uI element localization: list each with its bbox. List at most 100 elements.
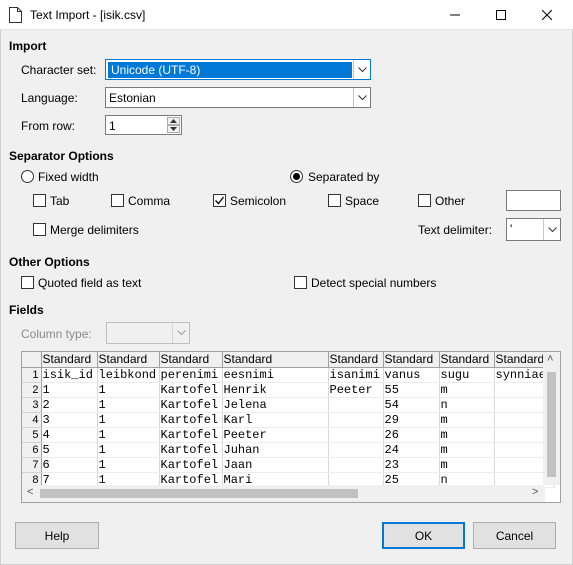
detect-special-numbers-checkbox[interactable] xyxy=(294,276,307,289)
comma-checkbox[interactable] xyxy=(111,194,124,207)
column-header[interactable]: Standard xyxy=(159,352,223,368)
column-header[interactable]: Standard xyxy=(439,352,495,368)
table-cell: 54 xyxy=(383,397,440,413)
language-value: Estonian xyxy=(109,91,156,105)
table-cell: Karl xyxy=(222,412,329,428)
tab-label: Tab xyxy=(50,194,70,208)
column-header[interactable]: Standard xyxy=(383,352,440,368)
table-cell: leibkond xyxy=(97,367,160,383)
grid-corner xyxy=(22,352,42,368)
table-cell: Peeter xyxy=(328,382,384,398)
space-label: Space xyxy=(345,194,380,208)
vertical-scroll-thumb[interactable] xyxy=(547,372,556,477)
other-checkbox[interactable] xyxy=(418,194,431,207)
fixed-width-label: Fixed width xyxy=(38,170,99,184)
semicolon-checkbox[interactable] xyxy=(213,194,226,207)
quoted-field-checkbox[interactable] xyxy=(21,276,34,289)
cancel-button-label: Cancel xyxy=(495,528,534,543)
table-cell: Juhan xyxy=(222,442,329,458)
other-label: Other xyxy=(435,194,466,208)
comma-label: Comma xyxy=(128,194,171,208)
table-cell: perenimi xyxy=(159,367,223,383)
other-options-heading: Other Options xyxy=(9,255,90,269)
language-select[interactable]: Estonian xyxy=(105,87,371,108)
column-header[interactable]: Standard xyxy=(41,352,98,368)
ok-button[interactable]: OK xyxy=(382,522,465,549)
charset-value: Unicode (UTF-8) xyxy=(108,62,352,78)
separated-by-label: Separated by xyxy=(308,170,380,184)
space-checkbox[interactable] xyxy=(328,194,341,207)
text-delimiter-select[interactable]: ' xyxy=(506,218,561,241)
horizontal-scrollbar[interactable]: < > xyxy=(22,485,545,502)
table-cell: isanimi xyxy=(328,367,384,383)
table-cell: m xyxy=(439,457,495,473)
chevron-down-icon xyxy=(353,60,370,79)
scroll-right-icon[interactable]: > xyxy=(532,486,538,498)
table-row: 7 6 1 Kartofel Jaan 23 m xyxy=(22,457,555,473)
row-number: 4 xyxy=(22,412,42,428)
title-bar: Text Import - [isik.csv] xyxy=(0,0,573,30)
table-row: 4 3 1 Kartofel Karl 29 m xyxy=(22,412,555,428)
close-icon xyxy=(542,10,552,20)
other-input[interactable] xyxy=(506,190,561,211)
caret-down-icon xyxy=(170,127,177,131)
preview-grid[interactable]: Standard Standard Standard Standard Stan… xyxy=(21,351,561,503)
from-row-label: From row: xyxy=(21,119,75,133)
charset-select[interactable]: Unicode (UTF-8) xyxy=(105,59,371,80)
decrement-button[interactable] xyxy=(167,125,180,133)
row-number: 7 xyxy=(22,457,42,473)
row-number: 6 xyxy=(22,442,42,458)
table-cell: Kartofel xyxy=(159,412,223,428)
increment-button[interactable] xyxy=(167,117,180,125)
maximize-button[interactable] xyxy=(478,0,524,30)
scroll-left-icon[interactable]: < xyxy=(27,486,33,498)
table-cell: m xyxy=(439,412,495,428)
column-header-row: Standard Standard Standard Standard Stan… xyxy=(22,352,555,368)
column-type-select[interactable] xyxy=(106,322,190,344)
merge-delimiters-label: Merge delimiters xyxy=(50,223,139,237)
scroll-up-icon[interactable]: ˄ xyxy=(547,353,553,365)
chevron-down-icon xyxy=(172,323,189,343)
tab-checkbox[interactable] xyxy=(33,194,46,207)
table-cell: 23 xyxy=(383,457,440,473)
preview-table: Standard Standard Standard Standard Stan… xyxy=(22,352,555,488)
table-cell: m xyxy=(439,427,495,443)
column-header[interactable]: Standard xyxy=(328,352,384,368)
table-cell: 2 xyxy=(41,397,98,413)
table-cell: Kartofel xyxy=(159,397,223,413)
language-label: Language: xyxy=(21,91,78,105)
table-cell: isik_id xyxy=(41,367,98,383)
column-header[interactable]: Standard xyxy=(97,352,160,368)
text-delimiter-label: Text delimiter: xyxy=(418,223,493,237)
table-cell: n xyxy=(439,397,495,413)
table-row: 1 isik_id leibkond perenimi eesnimi isan… xyxy=(22,367,555,383)
horizontal-scroll-thumb[interactable] xyxy=(40,489,358,498)
import-heading: Import xyxy=(9,39,47,53)
table-cell: sugu xyxy=(439,367,495,383)
table-cell: 1 xyxy=(97,397,160,413)
document-icon xyxy=(9,7,22,23)
fields-heading: Fields xyxy=(9,303,44,317)
from-row-stepper[interactable]: 1 xyxy=(105,115,182,135)
close-button[interactable] xyxy=(524,0,570,30)
table-cell xyxy=(328,412,384,428)
column-header[interactable]: Standard xyxy=(222,352,329,368)
cancel-button[interactable]: Cancel xyxy=(473,522,556,549)
help-button[interactable]: Help xyxy=(15,522,99,549)
table-cell xyxy=(328,457,384,473)
help-button-label: Help xyxy=(44,528,70,543)
separator-heading: Separator Options xyxy=(9,149,114,163)
merge-delimiters-checkbox[interactable] xyxy=(33,223,46,236)
table-cell: eesnimi xyxy=(222,367,329,383)
table-row: 3 2 1 Kartofel Jelena 54 n xyxy=(22,397,555,413)
table-cell: 55 xyxy=(383,382,440,398)
minimize-button[interactable] xyxy=(432,0,478,30)
table-cell xyxy=(328,442,384,458)
table-cell: vanus xyxy=(383,367,440,383)
separated-by-radio[interactable] xyxy=(290,170,303,183)
ok-button-label: OK xyxy=(414,528,433,543)
window-title: Text Import - [isik.csv] xyxy=(30,8,146,22)
row-number: 1 xyxy=(22,367,42,383)
fixed-width-radio[interactable] xyxy=(21,170,34,183)
vertical-scrollbar[interactable]: ˄ xyxy=(543,352,560,485)
